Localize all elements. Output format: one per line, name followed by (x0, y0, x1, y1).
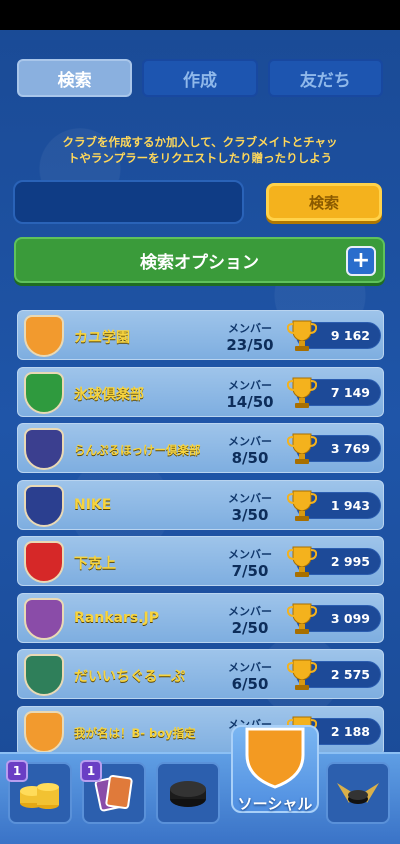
trophy-count: 9 162 (330, 328, 370, 343)
shield-icon (245, 727, 305, 789)
club-row[interactable]: 下克上 メンバー 7/50 2 995 (17, 536, 384, 586)
trophy-icon (287, 659, 317, 690)
trophy-count: 2 188 (330, 723, 370, 739)
tab-create[interactable]: 作成 (142, 59, 258, 97)
members-count: 14/50 (226, 392, 274, 411)
club-name: Rankars.JP (74, 609, 159, 626)
nav-shop[interactable]: 1 (6, 760, 72, 824)
trophy-icon (287, 603, 317, 634)
club-name: カユ学園 (74, 330, 130, 346)
members-label: メンバー (228, 491, 272, 505)
description-text: クラブを作成するか加入して、クラブメイトとチャッ トやランプラーをリクエストした… (20, 134, 380, 166)
description-line-1: クラブを作成するか加入して、クラブメイトとチャッ (62, 135, 338, 149)
club-badge-icon (24, 315, 64, 357)
club-name: らんぷるほっけー倶楽部 (74, 443, 201, 457)
members-label: メンバー (228, 322, 272, 335)
club-badge-icon (24, 428, 64, 470)
club-name: NIKE (74, 496, 112, 513)
description-line-2: トやランプラーをリクエストしたり贈ったりしよう (67, 151, 333, 165)
nav-play[interactable] (156, 762, 220, 824)
search-options-bar[interactable]: 検索オプション + (14, 237, 385, 283)
members-label: メンバー (228, 435, 272, 448)
club-row[interactable]: NIKE メンバー 3/50 1 943 (17, 479, 384, 530)
club-name: 氷球倶楽部 (74, 386, 144, 403)
club-name: だいいちぐるーぷ (74, 669, 186, 685)
club-row[interactable]: だいいちぐるーぷ メンバー 6/50 2 575 (17, 649, 384, 699)
trophy-icon (287, 377, 317, 408)
club-name: 我が名は！B- boy指定 (74, 725, 196, 740)
members-count: 3/50 (231, 505, 269, 524)
trophy-count: 2 575 (330, 667, 370, 682)
members-count: 23/50 (226, 336, 274, 354)
members-label: メンバー (228, 548, 272, 561)
trophy-pill: 1 943 (287, 490, 381, 521)
puck-icon (170, 781, 206, 807)
club-row[interactable]: 氷球倶楽部 メンバー 14/50 7 149 (17, 366, 384, 417)
social-label: ソーシャル (237, 795, 313, 813)
members-count: 8/50 (231, 449, 269, 467)
club-row[interactable]: 我が名は！B- boy指定 メンバー 3 2 188 (17, 705, 384, 756)
search-button[interactable]: 検索 (266, 183, 382, 221)
club-row[interactable]: カユ学園 メンバー 23/50 9 162 (17, 310, 384, 360)
trophy-icon (287, 320, 317, 351)
nav-league[interactable] (326, 762, 390, 824)
trophy-pill: 9 162 (287, 320, 381, 351)
club-name: 下克上 (74, 556, 116, 572)
search-options-label: 検索オプション (140, 252, 259, 273)
trophy-pill: 2 575 (287, 659, 381, 690)
members-count: 7/50 (231, 562, 269, 580)
search-input[interactable] (13, 180, 244, 224)
club-badge-icon (24, 371, 64, 414)
tab-friends[interactable]: 友だち (267, 59, 383, 97)
trophy-pill: 7 149 (287, 377, 381, 408)
trophy-icon (287, 546, 317, 577)
trophy-count: 2 995 (330, 554, 370, 569)
members-label: メンバー (228, 661, 272, 674)
cards-badge: 1 (80, 760, 102, 782)
club-row[interactable]: らんぷるほっけー倶楽部 メンバー 8/50 3 769 (17, 423, 384, 473)
trophy-pill: 3 769 (287, 433, 381, 464)
club-tabs: 検索 作成 友だち (17, 59, 383, 97)
trophy-icon (287, 490, 317, 521)
bottom-nav: 1 1 (0, 752, 400, 844)
trophy-pill: 3 099 (287, 603, 381, 634)
shop-badge: 1 (6, 760, 28, 782)
club-row[interactable]: Rankars.JP メンバー 2/50 3 099 (17, 592, 384, 643)
plus-icon[interactable]: + (346, 246, 376, 276)
status-bar (0, 0, 400, 30)
club-badge-icon (24, 597, 64, 640)
members-count: 6/50 (231, 675, 269, 693)
club-list: カユ学園 メンバー 23/50 9 162 氷球倶楽部 メンバー 14/50 7… (17, 310, 384, 762)
trophy-count: 7 149 (330, 384, 370, 400)
members-count: 2/50 (231, 618, 269, 637)
trophy-pill: 2 995 (287, 546, 381, 577)
nav-cards[interactable]: 1 (80, 760, 146, 824)
members-label: メンバー (228, 378, 272, 392)
club-badge-icon (24, 484, 64, 527)
trophy-count: 3 099 (330, 610, 370, 626)
winged-puck-icon (337, 783, 379, 804)
club-badge-icon (24, 541, 64, 583)
trophy-count: 1 943 (330, 497, 370, 513)
members-label: メンバー (228, 604, 272, 618)
club-badge-icon (24, 654, 64, 696)
tab-search[interactable]: 検索 (17, 59, 133, 97)
trophy-icon (287, 433, 317, 464)
club-badge-icon (24, 710, 64, 753)
trophy-count: 3 769 (330, 441, 370, 456)
